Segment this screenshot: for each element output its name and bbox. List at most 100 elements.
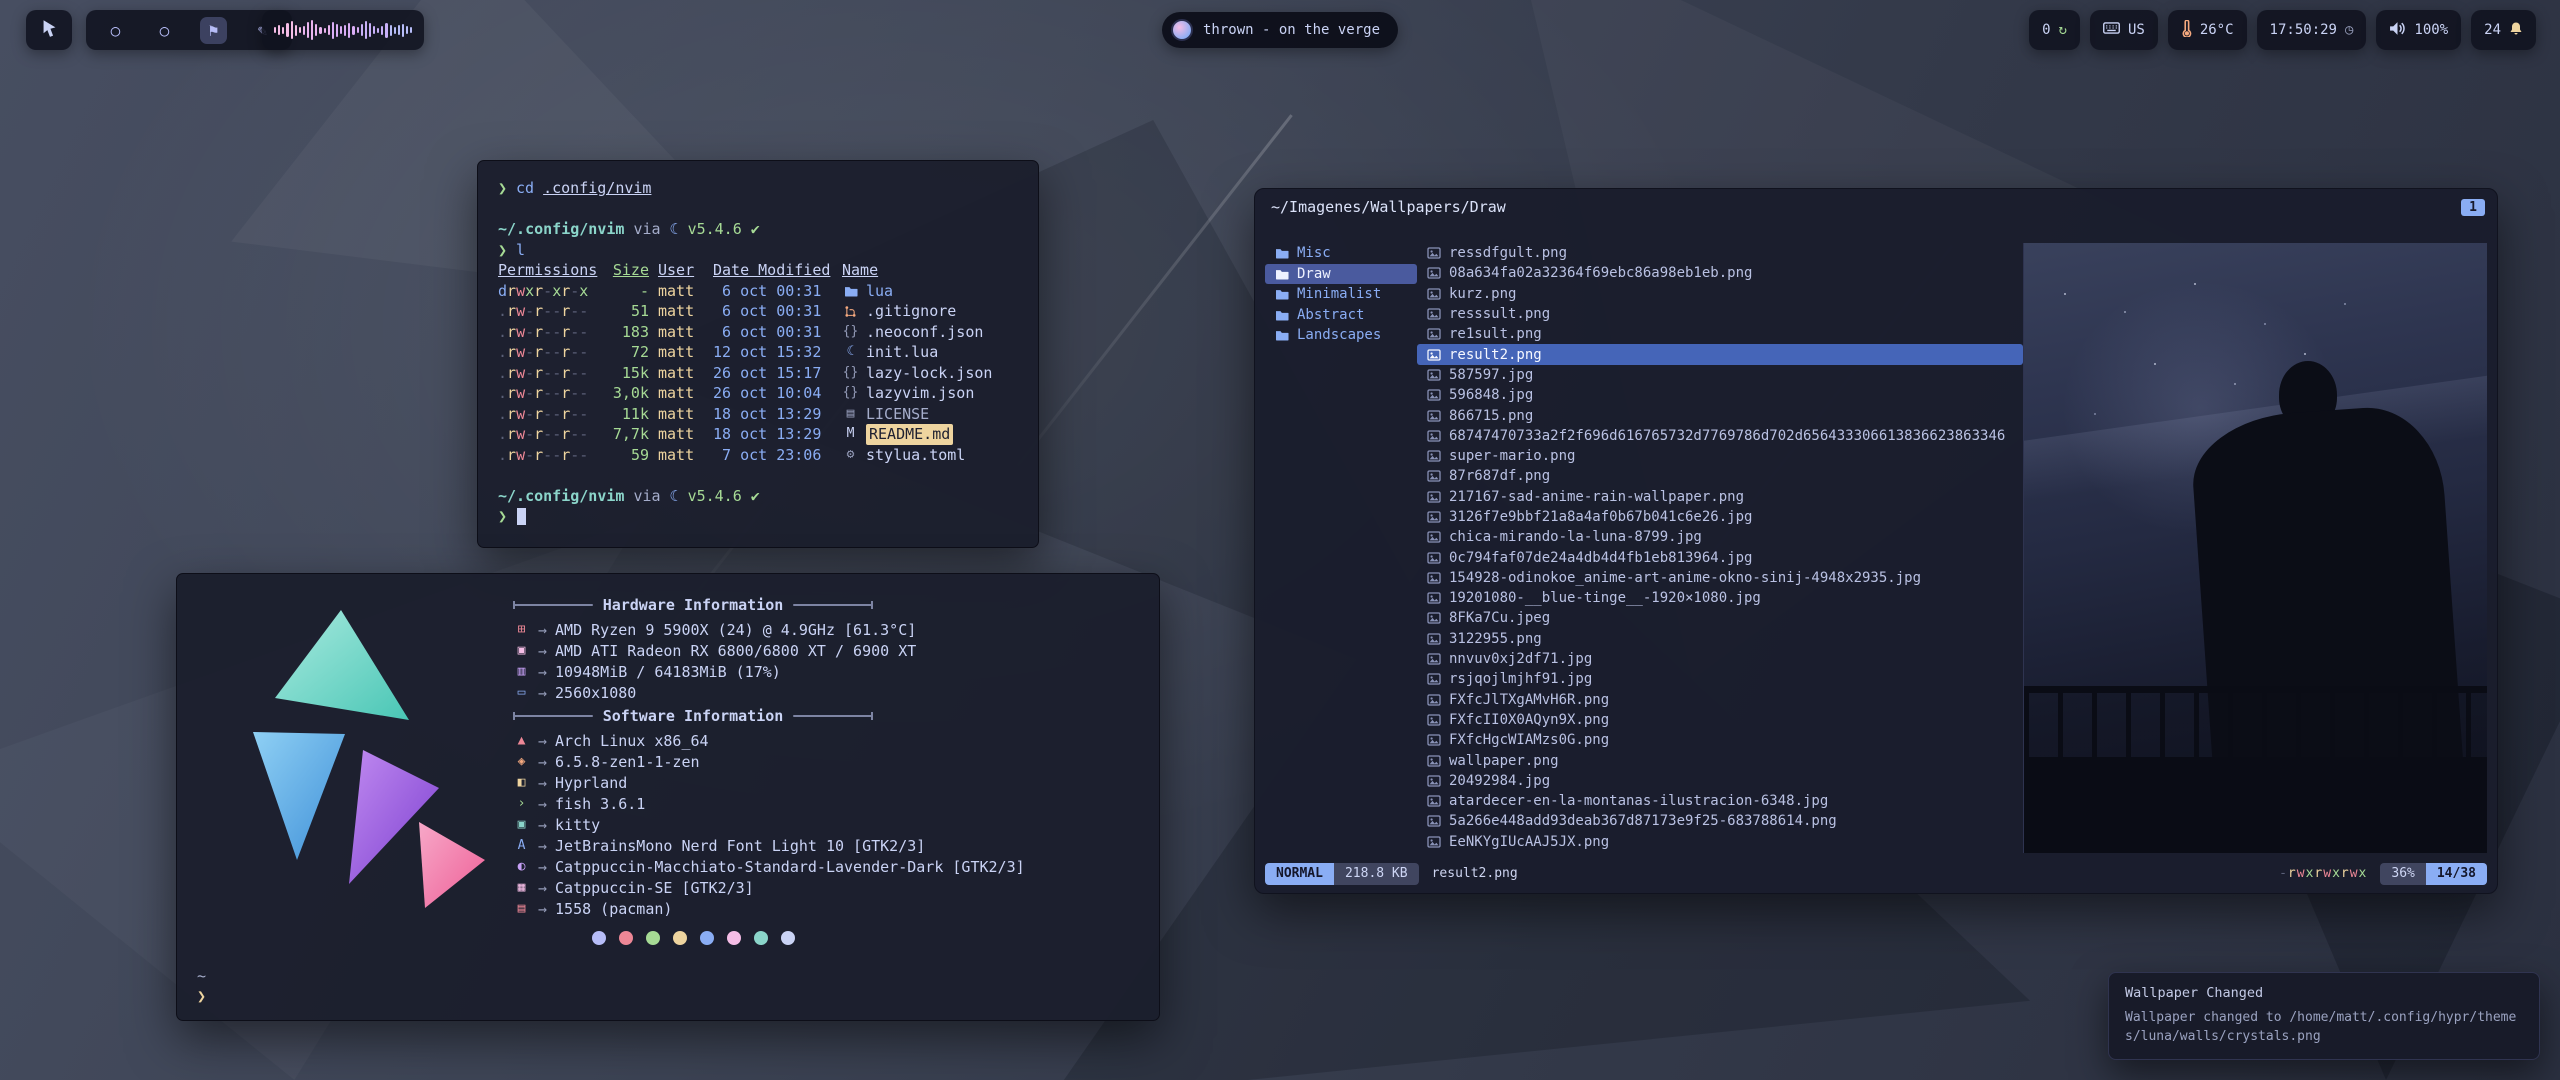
file-row[interactable]: kurz.png	[1417, 284, 2023, 304]
image-icon	[1425, 734, 1442, 746]
visualizer-bar	[352, 26, 354, 35]
shell-prompt: ~ ❯	[197, 966, 206, 1006]
gpu-icon: ▣	[513, 643, 530, 658]
file-row[interactable]: atardecer-en-la-montanas-ilustracion-634…	[1417, 791, 2023, 811]
image-icon	[1425, 450, 1442, 462]
file-row[interactable]: super-mario.png	[1417, 446, 2023, 466]
file-row[interactable]: 5a266e448add93deab367d87173e9f25-6837886…	[1417, 811, 2023, 831]
file-row[interactable]: nnvuv0xj2df71.jpg	[1417, 649, 2023, 669]
clock-widget[interactable]: 17:50:29 ◷	[2257, 10, 2367, 50]
launcher-button[interactable]	[26, 10, 72, 50]
file-row[interactable]: 154928-odinokoe_anime-art-anime-okno-sin…	[1417, 568, 2023, 588]
file-row[interactable]: 87r687df.png	[1417, 466, 2023, 486]
image-icon	[1425, 349, 1442, 361]
file-name: README.md	[866, 424, 953, 445]
file-row[interactable]: 3122955.png	[1417, 629, 2023, 649]
temperature-widget[interactable]: 26°C	[2168, 10, 2247, 50]
workspace-3[interactable]: ⚑	[200, 17, 227, 44]
notifications-widget[interactable]: 24	[2471, 10, 2536, 50]
visualizer-bar	[377, 28, 379, 33]
file-row[interactable]: 596848.jpg	[1417, 385, 2023, 405]
visualizer-bar	[398, 25, 400, 35]
file-name: LICENSE	[866, 404, 929, 425]
visualizer-bar	[348, 23, 350, 38]
file-name: stylua.toml	[866, 445, 965, 466]
file-row[interactable]: 3126f7e9bbf21a8a4af0b67b041c6e26.jpg	[1417, 507, 2023, 527]
file-row[interactable]: FXfcHgcWIAMzs0G.png	[1417, 730, 2023, 750]
keyboard-icon	[2103, 22, 2120, 38]
listing-row: .rw-r--r--11kmatt18 oct 13:29▤LICENSE	[498, 404, 1018, 425]
image-preview	[2023, 243, 2487, 853]
folder-icon	[842, 285, 859, 297]
file-row[interactable]: 20492984.jpg	[1417, 771, 2023, 791]
file-row[interactable]: result2.png	[1417, 344, 2023, 364]
sidebar-folder-minimalist[interactable]: Minimalist	[1265, 284, 1417, 305]
updates-widget[interactable]: 0 ↻	[2029, 10, 2080, 50]
gear-icon: ⚙	[842, 445, 859, 466]
lua-version: v5.4.6	[688, 219, 742, 240]
theme-icon: ◐	[513, 859, 530, 874]
volume-widget[interactable]: 100%	[2376, 10, 2461, 50]
file-row[interactable]: 587597.jpg	[1417, 365, 2023, 385]
file-name: kurz.png	[1449, 286, 1516, 302]
image-icon	[1425, 552, 1442, 564]
tab-badge[interactable]: 1	[2461, 199, 2485, 216]
notification-popup[interactable]: Wallpaper Changed Wallpaper changed to /…	[2108, 972, 2540, 1060]
visualizer-bar	[340, 26, 342, 34]
file-row[interactable]: FXfcJlTXgAMvH6R.png	[1417, 690, 2023, 710]
sidebar-folder-draw[interactable]: Draw	[1265, 264, 1417, 285]
notification-title: Wallpaper Changed	[2125, 985, 2523, 1001]
fetch-terminal-window[interactable]: Hardware Information ⊞→AMD Ryzen 9 5900X…	[176, 573, 1160, 1021]
file-row[interactable]: 68747470733a2f2f696d616765732d7769786d70…	[1417, 426, 2023, 446]
file-name: 19201080-__blue-tinge__-1920×1080.jpg	[1449, 590, 1761, 606]
notification-body: Wallpaper changed to /home/matt/.config/…	[2125, 1009, 2523, 1047]
sidebar-folder-abstract[interactable]: Abstract	[1265, 305, 1417, 326]
updates-count: 0	[2042, 22, 2050, 38]
file-row[interactable]: resssult.png	[1417, 304, 2023, 324]
mode-badge: NORMAL	[1265, 863, 1334, 885]
file-row[interactable]: 0c794faf07de24a4db4d4fb1eb813964.jpg	[1417, 547, 2023, 567]
visualizer-bar	[344, 25, 346, 36]
visualizer-bar	[324, 28, 326, 33]
file-row[interactable]: rsjqojlmjhf91.jpg	[1417, 669, 2023, 689]
file-row[interactable]: wallpaper.png	[1417, 750, 2023, 770]
listing-row: .rw-r--r--183matt 6 oct 00:31{}.neoconf.…	[498, 322, 1018, 343]
file-row[interactable]: chica-mirando-la-luna-8799.jpg	[1417, 527, 2023, 547]
file-row[interactable]: 08a634fa02a32364f69ebc86a98eb1eb.png	[1417, 263, 2023, 283]
file-manager-window[interactable]: ~/Imagenes/Wallpapers/Draw 1 MiscDrawMin…	[1254, 188, 2498, 894]
file-permissions: -rwxrwxrwx	[2279, 866, 2367, 881]
file-row[interactable]: 8FKa7Cu.jpeg	[1417, 608, 2023, 628]
image-icon	[1425, 694, 1442, 706]
file-size-badge: 218.8 KB	[1334, 863, 1419, 885]
file-name: 866715.png	[1449, 408, 1533, 424]
file-row[interactable]: re1sult.png	[1417, 324, 2023, 344]
visualizer-bar	[361, 24, 363, 36]
terminal-window[interactable]: ❯ cd .config/nvim ~/.config/nvim via ☾ v…	[477, 160, 1039, 548]
sidebar-folder-misc[interactable]: Misc	[1265, 243, 1417, 264]
file-row[interactable]: ressdfgult.png	[1417, 243, 2023, 263]
file-row[interactable]: EeNKYgIUcAAJ5JX.png	[1417, 832, 2023, 852]
arrow-icon: →	[538, 837, 547, 855]
sidebar-folder-landscapes[interactable]: Landscapes	[1265, 325, 1417, 346]
file-row[interactable]: FXfcII0X0AQyn9X.png	[1417, 710, 2023, 730]
visualizer-bar	[328, 25, 330, 35]
column-header: Date Modified	[713, 261, 830, 279]
file-name: init.lua	[866, 342, 938, 363]
image-icon	[1425, 815, 1442, 827]
file-name: .neoconf.json	[866, 322, 983, 343]
image-icon	[1425, 633, 1442, 645]
file-row[interactable]: 866715.png	[1417, 405, 2023, 425]
music-player-widget[interactable]: thrown - on the verge	[1162, 12, 1398, 48]
file-row[interactable]: 19201080-__blue-tinge__-1920×1080.jpg	[1417, 588, 2023, 608]
file-row[interactable]: 217167-sad-anime-rain-wallpaper.png	[1417, 487, 2023, 507]
workspace-2[interactable]: ○	[151, 17, 178, 44]
fetch-line: ▤→1558 (pacman)	[513, 898, 1143, 919]
fetch-line: ▭→2560x1080	[513, 682, 1143, 703]
column-header: Size	[613, 261, 649, 279]
listing-row: .rw-r--r--51matt 6 oct 00:31.gitignore	[498, 301, 1018, 322]
keyboard-layout-widget[interactable]: US	[2090, 10, 2158, 50]
palette-dot	[754, 931, 768, 945]
workspace-1[interactable]: ○	[102, 17, 129, 44]
clock-icon: ◷	[2345, 22, 2353, 38]
file-name: 0c794faf07de24a4db4d4fb1eb813964.jpg	[1449, 550, 1752, 566]
